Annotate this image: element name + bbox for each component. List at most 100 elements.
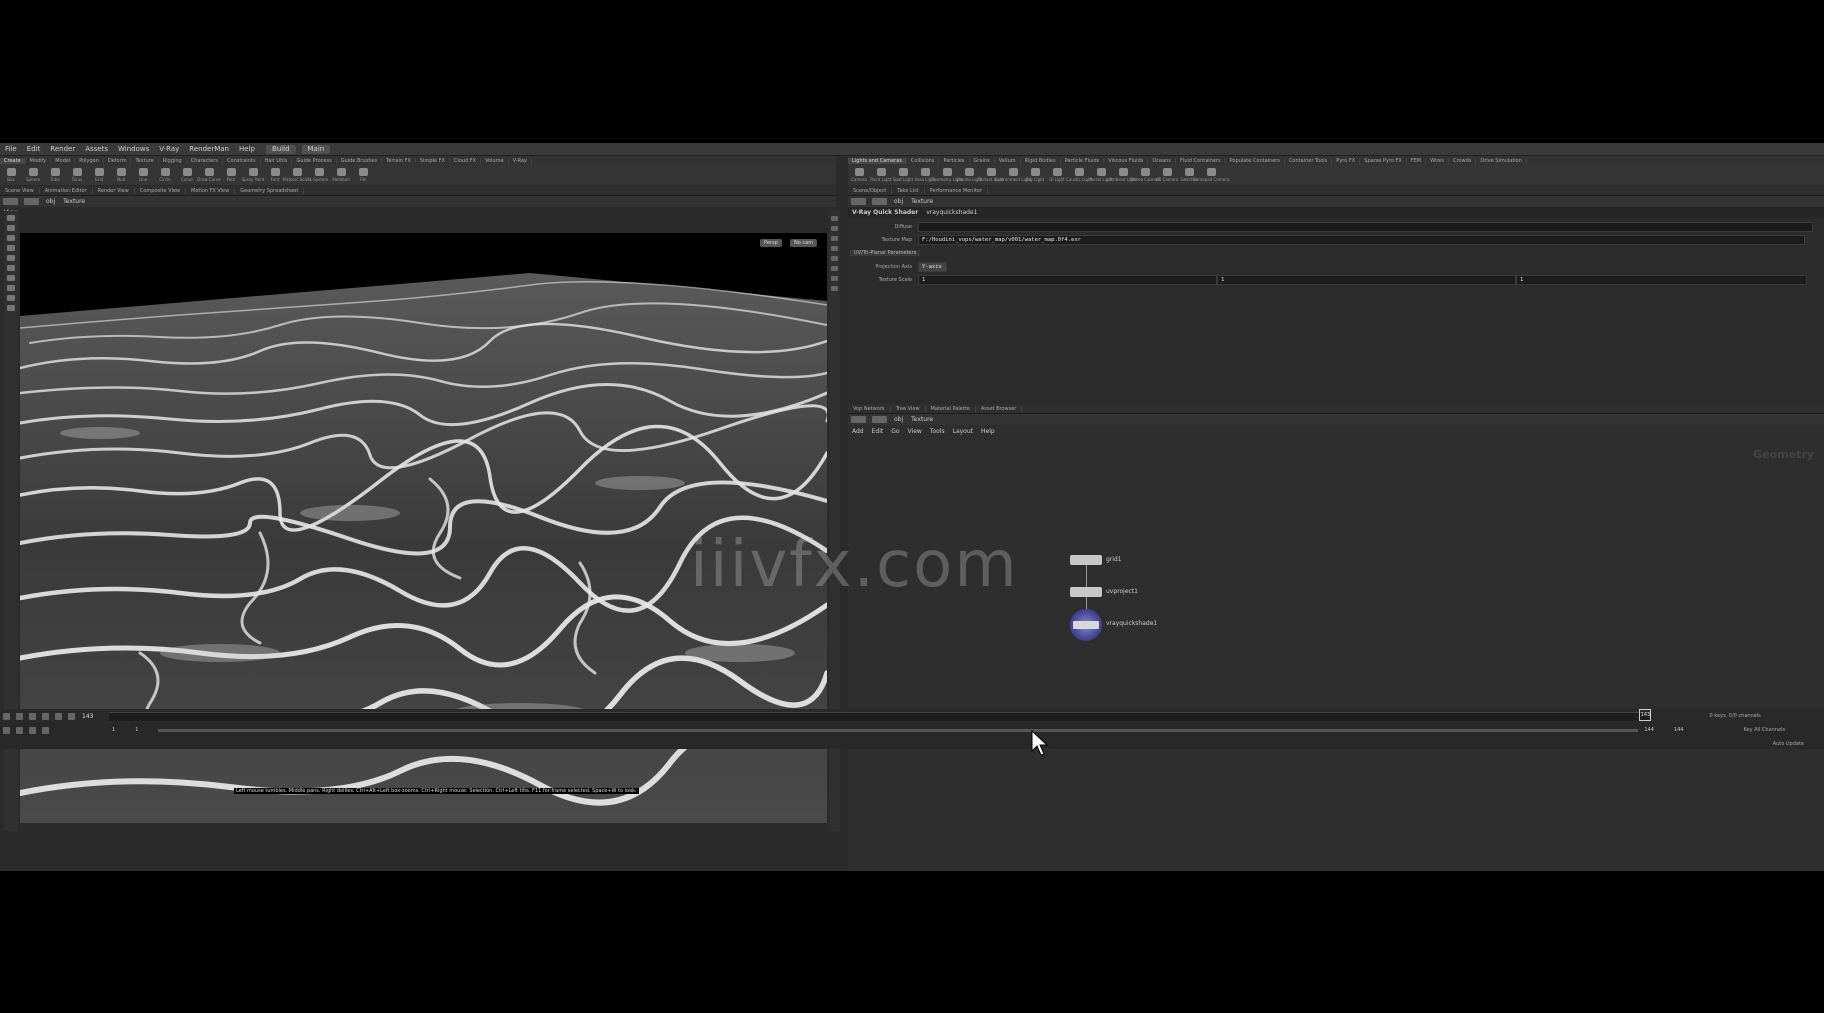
texture-scale-x[interactable]: 1 — [918, 275, 1217, 285]
path-obj[interactable]: obj — [890, 416, 907, 423]
shelf-tab[interactable]: Lights and Cameras — [848, 157, 907, 164]
shelf-tab[interactable]: Particle Fluids — [1061, 157, 1105, 164]
tab-animation-editor[interactable]: Animation Editor — [40, 187, 93, 194]
tab-take-list[interactable]: Take List — [892, 187, 925, 194]
forward-arrow-icon[interactable] — [872, 198, 887, 205]
range-end[interactable]: 144 — [1644, 727, 1654, 733]
tab-motion-fx-view[interactable]: Motion FX View — [186, 187, 236, 194]
render-region-icon[interactable] — [7, 295, 15, 301]
tool-gamepad-camera[interactable]: Gamepad Camera — [1193, 168, 1229, 182]
shelf-tab[interactable]: Polygon — [75, 157, 104, 164]
tool-platonic[interactable]: Platonic Solids — [283, 168, 311, 182]
tab-asset-browser[interactable]: Asset Browser — [976, 405, 1023, 412]
shelf-tab[interactable]: Wires — [1426, 157, 1449, 164]
shelf-tab[interactable]: Terrain FX — [382, 157, 416, 164]
shelf-tab[interactable]: Texture — [131, 157, 159, 164]
texture-scale-z[interactable]: 1 — [1516, 275, 1807, 285]
display-icon[interactable] — [831, 216, 838, 221]
uv-folder-tab[interactable]: UV/Tri-Planar Parameters — [850, 250, 921, 256]
forward-arrow-icon[interactable] — [872, 416, 887, 423]
tab-geometry-spreadsheet[interactable]: Geometry Spreadsheet — [235, 187, 305, 194]
settings-icon[interactable] — [42, 726, 49, 734]
audio-icon[interactable] — [29, 726, 36, 734]
forward-arrow-icon[interactable] — [24, 198, 39, 205]
tool-volume-light[interactable]: Volume Light — [956, 168, 982, 182]
shelf-tab[interactable]: Characters — [187, 157, 224, 164]
menu-assets[interactable]: Assets — [80, 145, 113, 153]
tool-draw-curve[interactable]: Draw Curve — [197, 168, 221, 182]
loop-icon[interactable] — [16, 726, 23, 734]
shelf-tab[interactable]: Grains — [970, 157, 995, 164]
range-end-2[interactable]: 144 — [1674, 727, 1684, 733]
tool-camera[interactable]: Camera — [848, 168, 870, 182]
shading-icon[interactable] — [831, 236, 838, 241]
shelf-tab[interactable]: Volume — [481, 157, 509, 164]
shelf-tab[interactable]: Guide Brushes — [337, 157, 383, 164]
menu-renderman[interactable]: RenderMan — [184, 145, 234, 153]
tab-render-view[interactable]: Render View — [93, 187, 135, 194]
diffuse-color-field[interactable] — [918, 222, 1813, 232]
network-menu-add[interactable]: Add — [848, 428, 868, 435]
current-frame-field[interactable]: 143 — [78, 713, 97, 720]
shelf-tab[interactable]: Rigid Bodies — [1021, 157, 1061, 164]
menu-render[interactable]: Render — [45, 145, 80, 153]
realtime-icon[interactable] — [3, 726, 10, 734]
ghost-icon[interactable] — [831, 256, 838, 261]
node-grid1[interactable] — [1070, 555, 1102, 565]
snap-icon[interactable] — [7, 285, 15, 291]
shelf-tab[interactable]: Particles — [939, 157, 970, 164]
tool-metaball[interactable]: Metaball — [330, 168, 352, 182]
network-editor[interactable]: Vop Network Tree View Material Palette A… — [848, 404, 1824, 871]
back-arrow-icon[interactable] — [851, 416, 866, 423]
tool-spot-light[interactable]: Spot Light — [892, 168, 914, 182]
frame-marker[interactable]: 143 — [1639, 709, 1652, 721]
desktop-selector[interactable]: Build — [265, 144, 296, 154]
tab-performance-monitor[interactable]: Performance Monitor — [925, 187, 988, 194]
shelf-tab[interactable]: Deform — [104, 157, 132, 164]
network-menu-tools[interactable]: Tools — [926, 428, 949, 435]
tool-box[interactable]: Box — [0, 168, 22, 182]
tab-material-palette[interactable]: Material Palette — [926, 405, 976, 412]
shelf-tab[interactable]: Create — [0, 157, 26, 164]
step-forward-icon[interactable] — [55, 712, 62, 720]
shelf-tab[interactable]: Pyro FX — [1332, 157, 1361, 164]
shelf-tab[interactable]: Populate Containers — [1226, 157, 1285, 164]
tab-vop-network[interactable]: Vop Network — [848, 405, 891, 412]
shelf-tab[interactable]: Model — [51, 157, 76, 164]
network-menu-edit[interactable]: Edit — [868, 428, 888, 435]
menu-windows[interactable]: Windows — [113, 145, 154, 153]
shelf-tab[interactable]: Modify — [26, 157, 52, 164]
texture-scale-y[interactable]: 1 — [1217, 275, 1516, 285]
shelf-tab[interactable]: Constraints — [223, 157, 261, 164]
handle-icon[interactable] — [7, 255, 15, 261]
menu-vray[interactable]: V-Ray — [154, 145, 184, 153]
shelf-tab[interactable]: FEM — [1407, 157, 1427, 164]
menu-help[interactable]: Help — [234, 145, 260, 153]
uv-icon[interactable] — [831, 286, 838, 291]
tab-scene-view[interactable]: Scene View — [0, 187, 40, 194]
node-uvproject1[interactable] — [1070, 587, 1102, 597]
lighting-icon[interactable] — [831, 226, 838, 231]
wireframe-icon[interactable] — [831, 246, 838, 251]
back-arrow-icon[interactable] — [3, 198, 18, 205]
tool-point-light[interactable]: Point Light — [870, 168, 892, 182]
tool-file[interactable]: File — [352, 168, 374, 182]
shelf-tab[interactable]: Hair Utils — [261, 157, 293, 164]
tool-torus[interactable]: Torus — [66, 168, 88, 182]
tool-gi-light[interactable]: GI Light — [1046, 168, 1068, 182]
stop-icon[interactable] — [29, 712, 36, 720]
path-node[interactable]: Texture — [907, 416, 937, 423]
view-icon[interactable] — [7, 305, 15, 311]
path-node[interactable]: Texture — [907, 198, 937, 205]
shelf-tab[interactable]: Oceans — [1148, 157, 1176, 164]
tab-tree-view[interactable]: Tree View — [891, 405, 926, 412]
range-slider[interactable] — [158, 728, 1639, 732]
tool-geometry-light[interactable]: Geometry Light — [931, 168, 963, 182]
tool-curve[interactable]: Curve — [176, 168, 198, 182]
projection-axis-select[interactable]: Y-axis — [918, 262, 947, 272]
network-menu-help[interactable]: Help — [977, 428, 999, 435]
brush-icon[interactable] — [7, 275, 15, 281]
move-icon[interactable] — [7, 225, 15, 231]
tool-sky-light[interactable]: Sky Light — [1024, 168, 1046, 182]
tool-lsystem[interactable]: L-System — [308, 168, 330, 182]
